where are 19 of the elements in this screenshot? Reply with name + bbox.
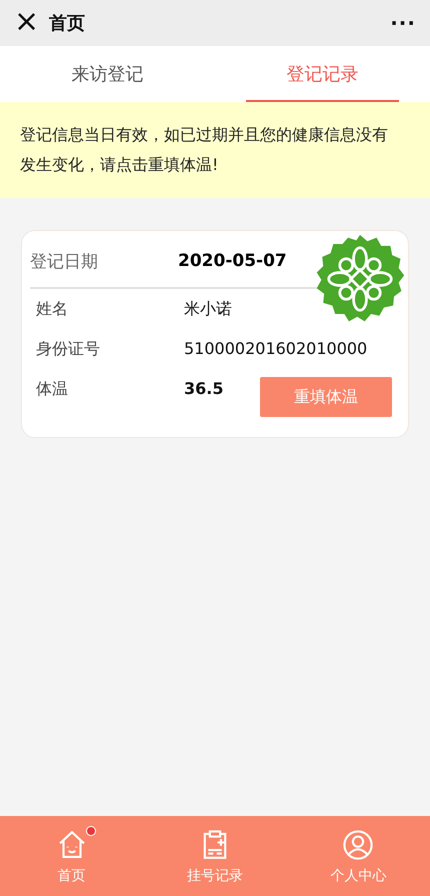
more-button[interactable]: ··· [390, 11, 416, 35]
tab[interactable]: 登记记录 [215, 46, 430, 102]
field-label: 姓名 [36, 298, 69, 320]
field-label: 身份证号 [36, 338, 101, 360]
field-value: 36.5 [184, 378, 224, 398]
nav-label[interactable]: 挂号记录 [186, 866, 243, 884]
close-button[interactable]: × [14, 6, 40, 36]
field-value: 米小诺 [184, 298, 232, 320]
refill-button[interactable]: 重填体温 [260, 377, 392, 417]
tab[interactable]: 来访登记 [0, 46, 215, 102]
page-title: 首页 [49, 12, 86, 35]
nav-label[interactable]: 首页 [58, 866, 86, 884]
nav-label[interactable]: 个人中心 [330, 866, 386, 884]
field-value: 510000201602010000 [184, 338, 368, 358]
user-icon[interactable] [341, 828, 376, 862]
field-label: 体温 [36, 378, 69, 400]
date-value: 2020-05-07 [178, 251, 287, 271]
notice-text: 登记信息当日有效，如已过期并且您的健康信息没有发生变化，请点击重填体温! [20, 125, 388, 174]
field-label: 登记日期 [30, 250, 99, 272]
